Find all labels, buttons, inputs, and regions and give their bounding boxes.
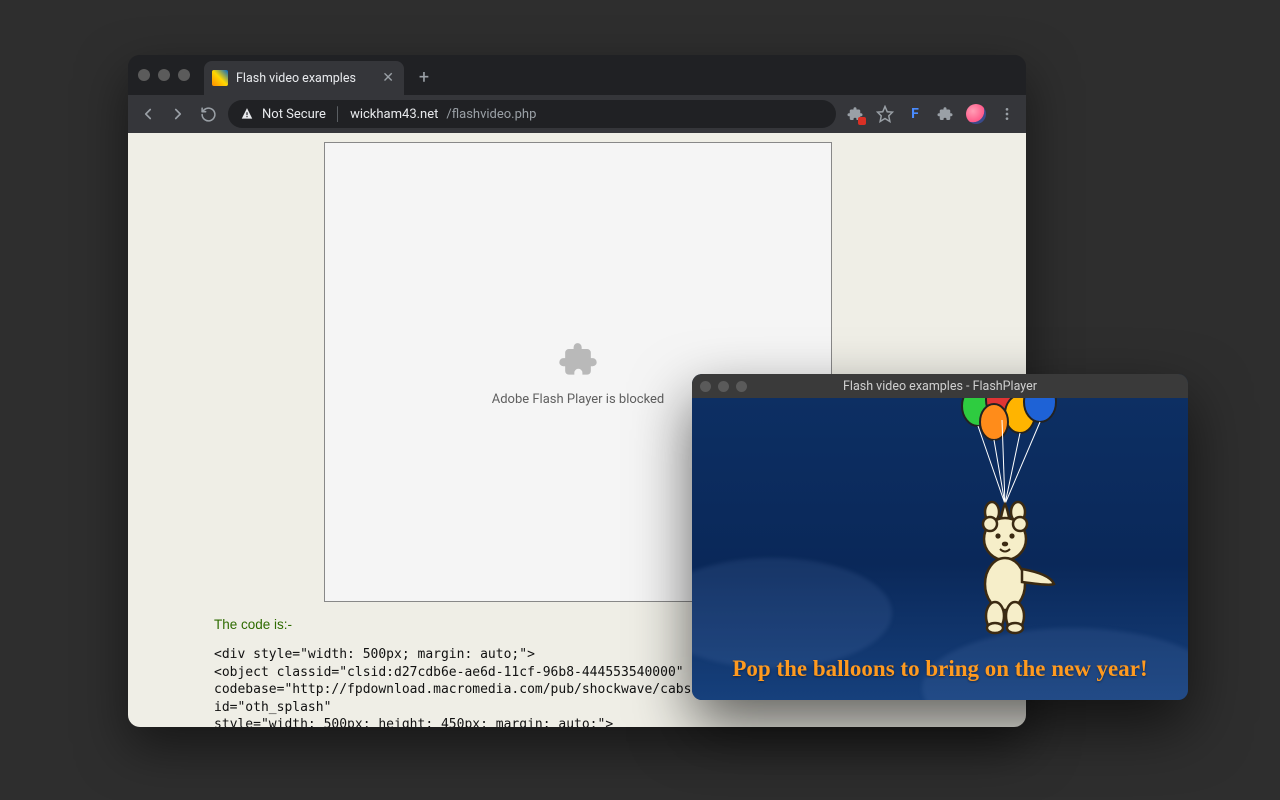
plugin-puzzle-icon (556, 338, 600, 382)
extensions-menu-icon[interactable] (936, 105, 954, 123)
profile-avatar-icon[interactable] (966, 104, 986, 124)
flash-blocked-message: Adobe Flash Player is blocked (492, 392, 665, 407)
bookmark-star-icon[interactable] (876, 105, 894, 123)
flash-titlebar: Flash video examples - FlashPlayer (692, 374, 1188, 398)
kebab-menu-icon[interactable] (998, 105, 1016, 123)
close-window-button[interactable] (138, 69, 150, 81)
cloud-icon (692, 558, 892, 668)
back-button[interactable] (138, 104, 158, 124)
flash-caption: Pop the balloons to bring on the new yea… (692, 656, 1188, 682)
minimize-window-button[interactable] (158, 69, 170, 81)
flash-window-title: Flash video examples - FlashPlayer (692, 379, 1188, 394)
address-bar[interactable]: Not Secure │ wickham43.net/flashvideo.ph… (228, 100, 836, 128)
window-controls (138, 69, 190, 81)
new-tab-button[interactable]: + (410, 63, 438, 91)
extension-puzzle-icon[interactable] (846, 105, 864, 123)
url-domain: wickham43.net (350, 107, 438, 122)
not-secure-label: Not Secure (262, 107, 326, 122)
flash-scene[interactable]: Pop the balloons to bring on the new yea… (692, 398, 1188, 700)
balloons-icon (962, 398, 1056, 440)
close-tab-button[interactable]: ✕ (382, 71, 394, 85)
tab-title: Flash video examples (236, 71, 356, 86)
separator: │ (334, 106, 342, 122)
forward-button[interactable] (168, 104, 188, 124)
tab-bar: Flash video examples ✕ + (128, 55, 1026, 95)
reload-button[interactable] (198, 104, 218, 124)
url-path: /flashvideo.php (446, 107, 536, 122)
extension-icons: F (846, 104, 1016, 124)
bear-with-balloons[interactable] (950, 398, 1050, 658)
favicon-icon (212, 70, 228, 86)
zoom-window-button[interactable] (178, 69, 190, 81)
extension-f-icon[interactable]: F (906, 105, 924, 123)
flash-player-window: Flash video examples - FlashPlayer (692, 374, 1188, 700)
toolbar: Not Secure │ wickham43.net/flashvideo.ph… (128, 95, 1026, 133)
browser-tab[interactable]: Flash video examples ✕ (204, 61, 404, 95)
not-secure-icon (240, 107, 254, 121)
bear-icon (983, 502, 1054, 633)
